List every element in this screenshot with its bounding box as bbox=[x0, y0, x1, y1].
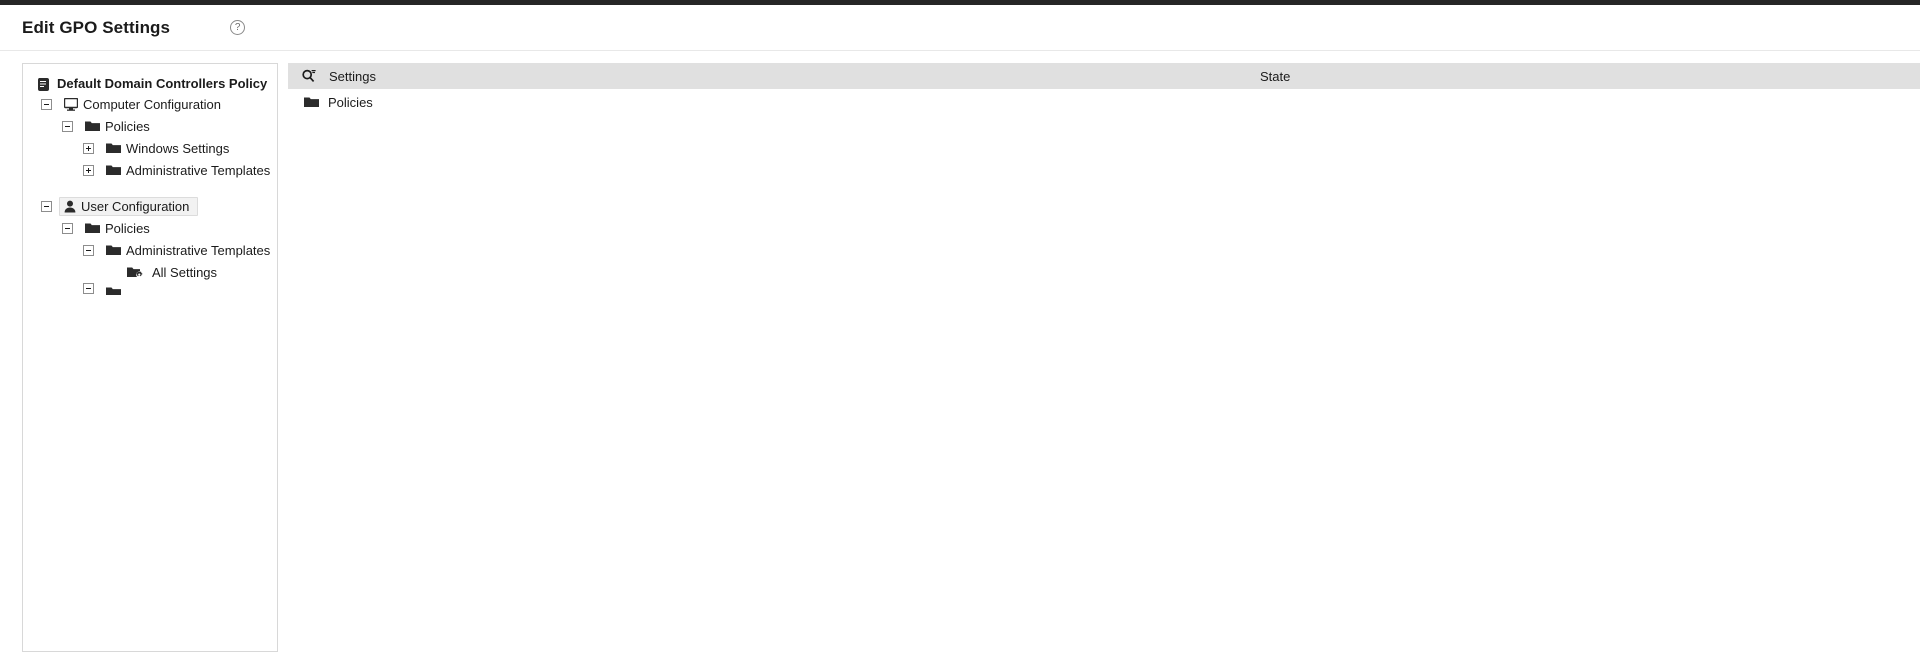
search-filter-icon bbox=[302, 69, 317, 83]
monitor-icon bbox=[63, 97, 79, 111]
folder-icon bbox=[106, 244, 121, 256]
folder-gear-icon bbox=[127, 266, 143, 279]
tree-root-label: Default Domain Controllers Policy bbox=[57, 76, 268, 91]
expander-minus-icon[interactable] bbox=[41, 200, 52, 212]
folder-icon bbox=[106, 286, 121, 295]
tree-group-spacer bbox=[23, 181, 277, 195]
tree-item-label: Administrative Templates bbox=[126, 242, 271, 258]
folder-icon bbox=[106, 164, 121, 176]
folder-icon bbox=[85, 222, 100, 234]
folder-icon bbox=[106, 142, 121, 154]
expander-plus-icon[interactable] bbox=[83, 142, 94, 154]
expander-minus-icon[interactable] bbox=[41, 98, 52, 110]
tree-item-label: Administrative Templates bbox=[126, 162, 271, 178]
tree-root-item[interactable]: Default Domain Controllers Policy bbox=[23, 74, 277, 93]
tree-item-user-configuration[interactable]: User Configuration bbox=[23, 195, 277, 217]
expander-minus-icon[interactable] bbox=[62, 222, 73, 234]
expander-minus-icon[interactable] bbox=[62, 120, 73, 132]
tree-item-label: All Settings bbox=[152, 264, 218, 280]
folder-icon bbox=[85, 120, 100, 132]
expander-plus-icon[interactable] bbox=[83, 164, 94, 176]
tree-item-label: Policies bbox=[105, 118, 150, 134]
expander-placeholder bbox=[104, 267, 115, 278]
tree-item-label: Computer Configuration bbox=[83, 96, 222, 112]
tree-item-computer-configuration[interactable]: Computer Configuration bbox=[23, 93, 277, 115]
tree-item-user-policies[interactable]: Policies bbox=[23, 217, 277, 239]
tree-item-user-administrative-templates[interactable]: Administrative Templates bbox=[23, 239, 277, 261]
tree-item-computer-policies[interactable]: Policies bbox=[23, 115, 277, 137]
tree-item-label: Policies bbox=[105, 220, 150, 236]
page-title: Edit GPO Settings bbox=[22, 17, 171, 37]
settings-row-policies[interactable]: Policies bbox=[288, 89, 1920, 115]
settings-list-panel: Settings State Policies bbox=[288, 63, 1920, 652]
gpo-tree-panel: Default Domain Controllers Policy Comput… bbox=[22, 63, 278, 652]
workspace: Default Domain Controllers Policy Comput… bbox=[0, 51, 1920, 655]
expander-minus-icon[interactable] bbox=[83, 283, 94, 294]
page-header: Edit GPO Settings ? bbox=[0, 5, 1920, 51]
user-icon bbox=[64, 200, 76, 213]
column-header-settings-label: Settings bbox=[329, 68, 376, 84]
column-header-state[interactable]: State bbox=[1260, 69, 1920, 84]
gpo-scroll-icon bbox=[37, 77, 50, 91]
tree-item-all-settings[interactable]: All Settings bbox=[23, 261, 277, 283]
tree-item-clipped-partial[interactable] bbox=[23, 283, 277, 295]
settings-column-header-row: Settings State bbox=[288, 63, 1920, 89]
question-mark-circle-icon[interactable]: ? bbox=[230, 20, 246, 35]
settings-row-label: Policies bbox=[328, 94, 373, 110]
folder-icon bbox=[304, 96, 319, 108]
column-header-settings[interactable]: Settings bbox=[302, 69, 1260, 84]
tree-item-label: User Configuration bbox=[81, 198, 190, 214]
tree-item-windows-settings[interactable]: Windows Settings bbox=[23, 137, 277, 159]
column-header-state-label: State bbox=[1260, 68, 1291, 84]
tree-item-computer-administrative-templates[interactable]: Administrative Templates bbox=[23, 159, 277, 181]
tree-item-label: Windows Settings bbox=[126, 140, 230, 156]
expander-minus-icon[interactable] bbox=[83, 244, 94, 256]
